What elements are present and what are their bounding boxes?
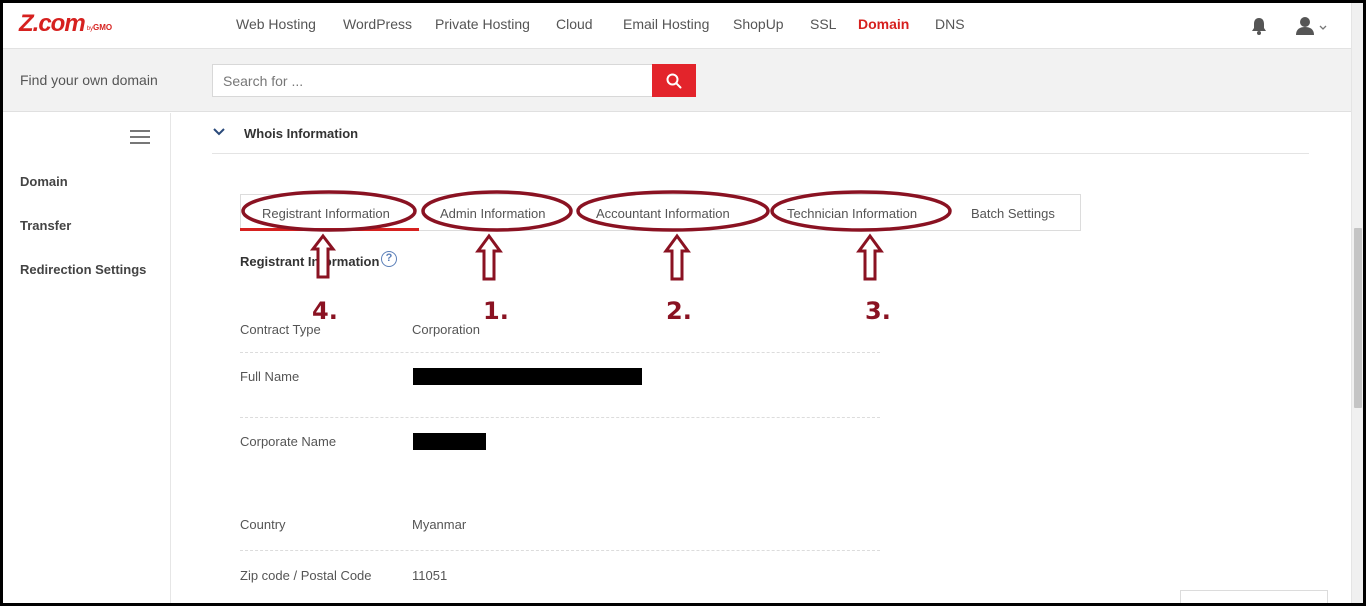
annotation-arrow-accountant	[663, 233, 691, 281]
nav-shopup[interactable]: ShopUp	[733, 16, 784, 32]
tab-accountant-information[interactable]: Accountant Information	[596, 206, 730, 221]
section-title[interactable]: Whois Information	[244, 126, 358, 141]
user-avatar-icon[interactable]	[1295, 16, 1329, 36]
sidebar: Domain Transfer Redirection Settings	[3, 113, 171, 603]
nav-private-hosting[interactable]: Private Hosting	[435, 16, 530, 32]
sidebar-item-transfer[interactable]: Transfer	[20, 218, 71, 233]
tab-batch-settings[interactable]: Batch Settings	[971, 206, 1055, 221]
chevron-down-icon[interactable]	[213, 127, 225, 137]
edit-pencil-icon[interactable]	[864, 265, 880, 279]
nav-email-hosting[interactable]: Email Hosting	[623, 16, 709, 32]
zip-code-value: 11051	[412, 568, 448, 583]
nav-domain[interactable]: Domain	[858, 16, 909, 32]
step-number-2: 2.	[666, 297, 692, 325]
top-navigation: Z.com byGMO Web Hosting WordPress Privat…	[3, 3, 1351, 49]
active-tab-indicator	[240, 228, 419, 231]
nav-ssl[interactable]: SSL	[810, 16, 836, 32]
contract-type-label: Contract Type	[240, 322, 321, 337]
search-label: Find your own domain	[20, 72, 158, 88]
full-name-redacted	[413, 368, 642, 385]
zip-code-label: Zip code / Postal Code	[240, 568, 372, 583]
nav-dns[interactable]: DNS	[935, 16, 965, 32]
app-window: Z.com byGMO Web Hosting WordPress Privat…	[3, 3, 1363, 603]
step-number-3: 3.	[865, 297, 891, 325]
sidebar-item-redirection-settings[interactable]: Redirection Settings	[20, 262, 146, 277]
nav-wordpress[interactable]: WordPress	[343, 16, 412, 32]
annotation-arrow-admin	[475, 233, 503, 281]
hamburger-menu-icon[interactable]	[130, 130, 150, 144]
tab-technician-information[interactable]: Technician Information	[787, 206, 917, 221]
domain-search-bar: Find your own domain	[3, 49, 1351, 112]
help-icon[interactable]: ?	[381, 251, 397, 267]
nav-cloud[interactable]: Cloud	[556, 16, 593, 32]
full-name-label: Full Name	[240, 369, 300, 384]
corporate-name-label: Corporate Name	[240, 434, 337, 449]
step-number-4: 4.	[312, 297, 338, 325]
corporate-name-redacted	[413, 433, 486, 450]
bottom-right-panel	[1180, 590, 1328, 603]
search-button[interactable]	[652, 64, 696, 97]
sidebar-item-domain[interactable]: Domain	[20, 174, 68, 189]
section-divider	[212, 153, 1309, 154]
domain-search-input[interactable]	[212, 64, 653, 97]
scrollbar-thumb[interactable]	[1354, 228, 1362, 408]
search-icon	[666, 73, 682, 88]
country-value: Myanmar	[412, 517, 467, 532]
contract-type-value: Corporation	[412, 322, 480, 337]
step-number-1: 1.	[483, 297, 509, 325]
tab-registrant-information[interactable]: Registrant Information	[262, 206, 390, 221]
registrant-heading: Registrant Information	[240, 254, 380, 269]
tab-admin-information[interactable]: Admin Information	[440, 206, 546, 221]
logo-text: Z.com	[19, 10, 86, 37]
whois-tabs: Registrant Information Admin Information…	[240, 194, 1081, 231]
nav-web-hosting[interactable]: Web Hosting	[236, 16, 316, 32]
zcom-logo[interactable]: Z.com byGMO	[19, 12, 112, 36]
vertical-scrollbar[interactable]	[1351, 3, 1363, 603]
bell-icon[interactable]	[1249, 16, 1269, 36]
country-label: Country	[240, 517, 286, 532]
